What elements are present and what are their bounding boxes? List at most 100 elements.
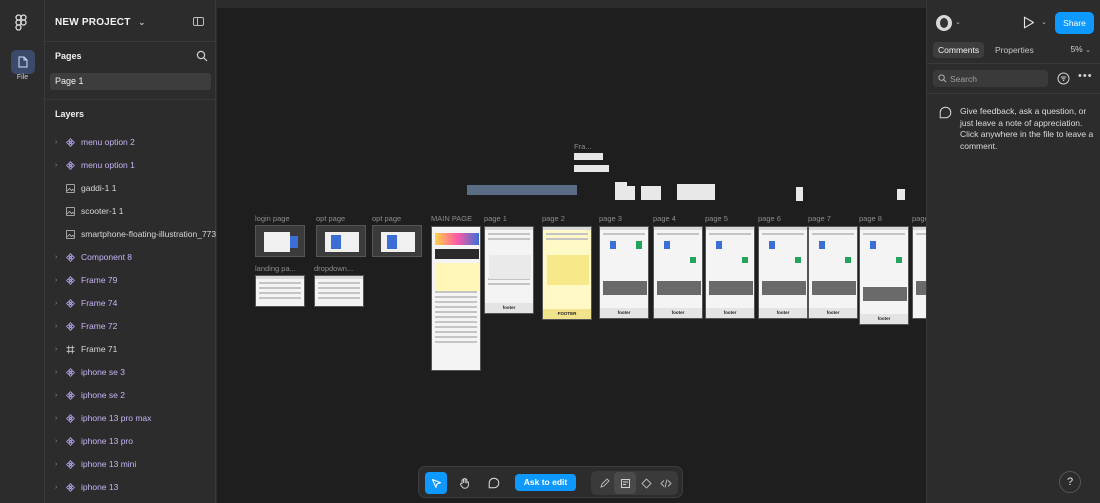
layer-item[interactable]: › iphone se 3 — [45, 361, 216, 384]
component-icon — [66, 322, 75, 331]
move-tool-button[interactable] — [425, 472, 447, 494]
search-icon[interactable] — [196, 50, 208, 62]
frame-page-5[interactable]: footer — [705, 226, 755, 319]
frame-page-9[interactable] — [912, 226, 926, 319]
component-icon — [66, 253, 75, 262]
inspect-button[interactable] — [614, 472, 636, 494]
frame-thumb[interactable] — [574, 153, 603, 160]
layer-item[interactable]: › Frame 79 — [45, 269, 216, 292]
comment-tool-button[interactable] — [483, 472, 505, 494]
chevron-right-icon[interactable]: › — [55, 476, 57, 499]
chevron-right-icon[interactable]: › — [55, 246, 57, 269]
help-button[interactable]: ? — [1059, 471, 1081, 493]
frame-label: landing pa... — [255, 264, 296, 273]
chevron-right-icon[interactable]: › — [55, 315, 57, 338]
comment-icon — [488, 477, 500, 489]
share-button[interactable]: Share — [1055, 12, 1094, 34]
frame-label: login page — [255, 214, 290, 223]
layer-item[interactable]: gaddi-1 1 — [45, 177, 216, 200]
frame-page-8[interactable]: footer — [859, 226, 909, 325]
layer-item[interactable]: › Component 8 — [45, 246, 216, 269]
chevron-down-icon[interactable]: ⌄ — [955, 18, 961, 26]
frame-opt[interactable] — [316, 225, 366, 257]
chevron-right-icon[interactable]: › — [55, 384, 57, 407]
frame-thumb[interactable] — [627, 186, 635, 200]
project-menu[interactable]: NEW PROJECT ⌄ — [55, 17, 145, 28]
code-button[interactable] — [655, 472, 677, 494]
component-tool-button[interactable] — [635, 472, 657, 494]
frame-page-4[interactable]: footer — [653, 226, 703, 319]
canvas[interactable]: Fra... login page opt page opt page MAIN… — [217, 8, 926, 503]
divider — [927, 93, 1100, 94]
footer-text: footer — [654, 308, 702, 318]
layer-name: scooter-1 1 — [81, 206, 124, 216]
frame-thumb[interactable] — [467, 185, 577, 195]
chevron-right-icon[interactable]: › — [55, 430, 57, 453]
layer-item[interactable]: › iphone 13 pro max — [45, 407, 216, 430]
layer-item[interactable]: › menu option 2 — [45, 131, 216, 154]
ask-to-edit-button[interactable]: Ask to edit — [515, 474, 576, 491]
chevron-down-icon[interactable]: ⌄ — [1041, 18, 1047, 26]
frame-label: opt page — [372, 214, 402, 223]
layer-item[interactable]: › iphone 13 mini — [45, 453, 216, 476]
frame-page-2[interactable]: FOOTER — [542, 226, 592, 320]
chevron-right-icon[interactable]: › — [55, 292, 57, 315]
footer-text: footer — [706, 308, 754, 318]
frame-label: MAIN PAGE — [431, 214, 473, 223]
chevron-right-icon[interactable]: › — [55, 453, 57, 476]
image-icon — [66, 230, 75, 239]
frame-dropdown[interactable] — [314, 275, 364, 307]
layer-item[interactable]: › iphone se 2 — [45, 384, 216, 407]
frame-label: page 8 — [859, 214, 882, 223]
filter-icon[interactable] — [1057, 72, 1070, 85]
frame-page-6[interactable]: footer — [758, 226, 808, 319]
more-icon[interactable]: ••• — [1078, 70, 1093, 82]
layer-item[interactable]: scooter-1 1 — [45, 200, 216, 223]
chevron-right-icon[interactable]: › — [55, 361, 57, 384]
tab-comments[interactable]: Comments — [933, 42, 985, 58]
figma-logo-icon[interactable] — [14, 14, 30, 32]
layers-title: Layers — [55, 109, 85, 119]
panel-toggle-icon[interactable] — [193, 17, 204, 26]
frame-thumb[interactable] — [641, 186, 661, 200]
tab-properties[interactable]: Properties — [990, 42, 1039, 58]
zoom-level[interactable]: 5% ⌄ — [1070, 44, 1091, 54]
layer-item[interactable]: smartphone-floating-illustration_773 — [45, 223, 216, 246]
footer-text: footer — [759, 308, 807, 318]
layer-item[interactable]: › Frame 72 — [45, 315, 216, 338]
layer-item[interactable]: › Frame 71 — [45, 338, 216, 361]
chevron-right-icon[interactable]: › — [55, 269, 57, 292]
chevron-right-icon[interactable]: › — [55, 154, 57, 177]
layer-item[interactable]: › iphone 13 pro — [45, 430, 216, 453]
chevron-right-icon[interactable]: › — [55, 338, 57, 361]
frame-thumb[interactable] — [615, 182, 627, 200]
chevron-right-icon[interactable]: › — [55, 407, 57, 430]
comments-search-input[interactable] — [933, 70, 1048, 87]
play-icon[interactable] — [1023, 16, 1035, 29]
chevron-right-icon[interactable]: › — [55, 131, 57, 154]
frame-login[interactable] — [255, 225, 305, 257]
layer-name: iphone 13 pro — [81, 436, 133, 446]
layer-item[interactable]: › Frame 74 — [45, 292, 216, 315]
frame-thumb[interactable] — [897, 189, 905, 200]
frame-thumb[interactable] — [677, 184, 715, 200]
avatar[interactable] — [936, 15, 952, 31]
frame-landing[interactable] — [255, 275, 305, 307]
frame-thumb[interactable] — [574, 165, 609, 172]
file-button[interactable] — [11, 50, 35, 74]
frame-label: page — [912, 214, 926, 223]
hand-tool-button[interactable] — [454, 472, 476, 494]
frame-thumb[interactable] — [796, 187, 803, 201]
frame-page-1[interactable]: footer — [484, 226, 534, 314]
layer-name: iphone 13 pro max — [81, 413, 152, 423]
frame-page-7[interactable]: footer — [808, 226, 858, 319]
layer-name: smartphone-floating-illustration_773 — [81, 229, 216, 239]
frame-main-page[interactable] — [431, 226, 481, 371]
frame-page-3[interactable]: footer — [599, 226, 649, 319]
frame-opt[interactable] — [372, 225, 422, 257]
layer-item[interactable]: › iphone 13 — [45, 476, 216, 499]
annotate-button[interactable] — [593, 472, 615, 494]
layer-item[interactable]: › menu option 1 — [45, 154, 216, 177]
hand-tool-icon — [460, 477, 469, 489]
page-item[interactable]: Page 1 — [50, 73, 211, 90]
